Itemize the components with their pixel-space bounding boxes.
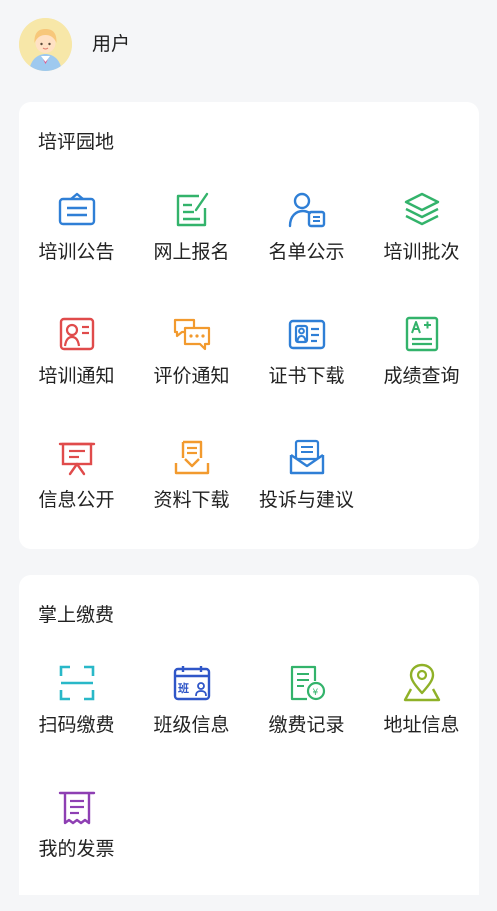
notice-user-icon	[59, 317, 95, 351]
grid-item-complaints-suggestions[interactable]: 投诉与建议	[249, 438, 364, 562]
grid-item-label: 证书下载	[268, 365, 345, 387]
user-list-icon	[288, 192, 326, 228]
grid-item-label: 扫码缴费	[38, 714, 115, 736]
presentation-icon	[58, 442, 96, 476]
grid-item-label: 信息公开	[38, 489, 115, 511]
grid-item-label: 培训通知	[38, 365, 115, 387]
payment-record-icon: ¥	[290, 665, 326, 701]
grid-item-label: 培训批次	[383, 241, 460, 263]
chat-bubble-icon	[173, 318, 211, 351]
grid-item-training-batch[interactable]: 培训批次	[364, 190, 479, 314]
section-payment: 掌上缴费 扫码缴费 班 班级信息 ¥ 缴费记录 地址信息 我的发票	[19, 575, 479, 895]
section-title: 掌上缴费	[38, 604, 115, 626]
svg-text:¥: ¥	[313, 688, 319, 698]
svg-text:班: 班	[178, 681, 189, 695]
class-calendar-icon: 班	[173, 666, 211, 701]
user-avatar-icon	[19, 18, 72, 71]
grid-item-label: 投诉与建议	[258, 489, 354, 511]
username: 用户	[92, 33, 131, 55]
grid-item-name-list[interactable]: 名单公示	[249, 190, 364, 314]
grid-item-material-download[interactable]: 资料下载	[134, 438, 249, 562]
scan-icon	[59, 665, 95, 701]
grade-icon	[405, 316, 439, 352]
grid-item-training-announcement[interactable]: 培训公告	[19, 190, 134, 314]
grid-item-online-registration[interactable]: 网上报名	[134, 190, 249, 314]
id-card-icon	[288, 319, 326, 350]
mail-icon	[289, 439, 325, 475]
grid-item-label: 缴费记录	[268, 714, 345, 736]
section-training: 培评园地 培训公告 网上报名 名单公示 培训批次 培训通知 评价通知 证书下载 …	[19, 102, 479, 549]
grid-item-label: 网上报名	[153, 241, 230, 263]
grid-item-label: 评价通知	[153, 365, 230, 387]
form-edit-icon	[176, 192, 209, 227]
grid-item-label: 名单公示	[268, 241, 345, 263]
invoice-icon	[58, 791, 96, 825]
grid-item-scan-pay[interactable]: 扫码缴费	[19, 663, 134, 787]
grid-item-class-info[interactable]: 班 班级信息	[134, 663, 249, 787]
location-pin-icon	[403, 663, 441, 702]
layers-icon	[404, 192, 440, 226]
grid-item-label: 成绩查询	[383, 365, 460, 387]
grid-item-training-notice[interactable]: 培训通知	[19, 314, 134, 438]
grid-item-score-query[interactable]: 成绩查询	[364, 314, 479, 438]
grid-item-evaluation-notice[interactable]: 评价通知	[134, 314, 249, 438]
header: 用户	[0, 0, 497, 88]
avatar[interactable]	[19, 18, 72, 71]
grid-item-payment-record[interactable]: ¥ 缴费记录	[249, 663, 364, 787]
download-icon	[174, 440, 210, 475]
grid-item-label: 班级信息	[153, 714, 230, 736]
grid-item-label: 我的发票	[38, 838, 115, 860]
training-grid: 培训公告 网上报名 名单公示 培训批次 培训通知 评价通知 证书下载 成绩查询 …	[19, 190, 479, 562]
grid-item-label: 资料下载	[153, 489, 230, 511]
announcement-icon	[58, 192, 96, 226]
payment-grid: 扫码缴费 班 班级信息 ¥ 缴费记录 地址信息 我的发票	[19, 663, 479, 911]
grid-item-label: 地址信息	[383, 714, 460, 736]
grid-item-address-info[interactable]: 地址信息	[364, 663, 479, 787]
grid-item-certificate-download[interactable]: 证书下载	[249, 314, 364, 438]
grid-item-information-disclosure[interactable]: 信息公开	[19, 438, 134, 562]
grid-item-label: 培训公告	[38, 241, 115, 263]
section-title: 培评园地	[38, 131, 115, 153]
grid-item-my-invoice[interactable]: 我的发票	[19, 787, 134, 911]
